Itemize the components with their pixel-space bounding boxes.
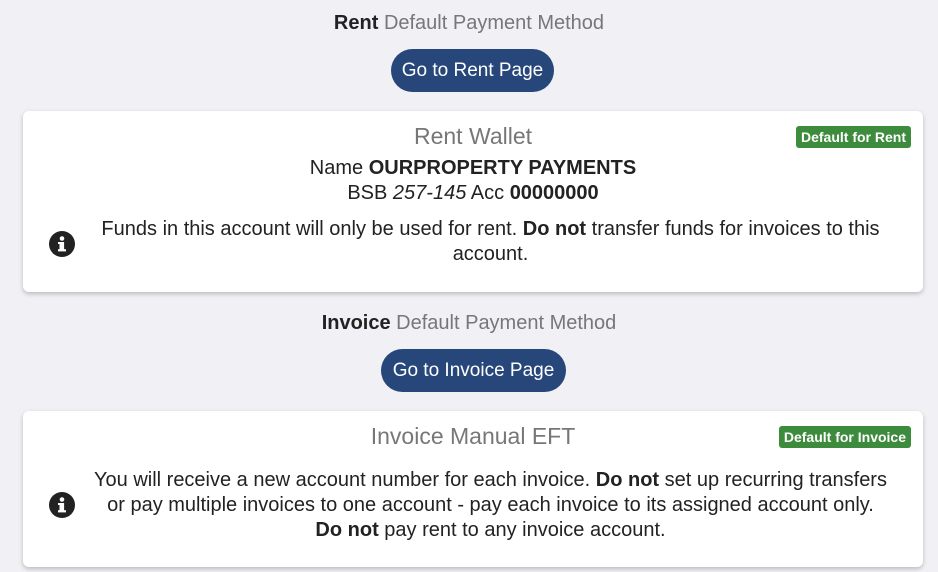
acc-label: Acc <box>470 182 505 204</box>
invoice-info-message: You will receive a new account number fo… <box>93 468 888 543</box>
default-for-rent-badge: Default for Rent <box>796 126 911 148</box>
message-bold: Do not <box>595 469 660 491</box>
go-to-rent-page-button[interactable]: Go to Rent Page <box>391 49 554 92</box>
rent-heading-rest: Default Payment Method <box>383 12 605 34</box>
bsb-label: BSB <box>347 182 388 204</box>
message-text: transfer funds for invoices to this acco… <box>452 218 880 265</box>
rent-wallet-card: Rent Wallet Default for Rent Name OURPRO… <box>23 111 923 292</box>
invoice-manual-eft-card: Invoice Manual EFT Default for Invoice Y… <box>23 411 923 567</box>
message-text: You will receive a new account number fo… <box>94 469 591 491</box>
name-label: Name <box>309 157 364 179</box>
rent-section-heading: Rent Default Payment Method <box>0 12 938 35</box>
message-text: Funds in this account will only be used … <box>101 218 518 240</box>
invoice-heading-strong: Invoice <box>321 312 391 334</box>
invoice-heading-rest: Default Payment Method <box>396 312 617 334</box>
name-value: OURPROPERTY PAYMENTS <box>368 157 637 179</box>
info-circle-icon <box>49 492 75 518</box>
message-text: pay rent to any invoice account. <box>384 519 666 541</box>
bsb-acc-line: BSB 257-145 Acc 00000000 <box>23 182 923 205</box>
rent-info-message: Funds in this account will only be used … <box>93 217 888 267</box>
go-to-invoice-page-button[interactable]: Go to Invoice Page <box>381 349 566 392</box>
message-bold: Do not <box>315 519 379 541</box>
card-title: Rent Wallet <box>413 123 533 149</box>
default-for-invoice-badge: Default for Invoice <box>778 426 911 448</box>
info-circle-icon <box>49 231 75 257</box>
message-bold: Do not <box>522 218 587 240</box>
invoice-section-heading: Invoice Default Payment Method <box>0 312 938 335</box>
bsb-value: 257-145 <box>392 182 467 204</box>
acc-value: 00000000 <box>509 182 599 204</box>
rent-heading-strong: Rent <box>333 12 379 34</box>
account-name-line: Name OURPROPERTY PAYMENTS <box>23 157 923 180</box>
